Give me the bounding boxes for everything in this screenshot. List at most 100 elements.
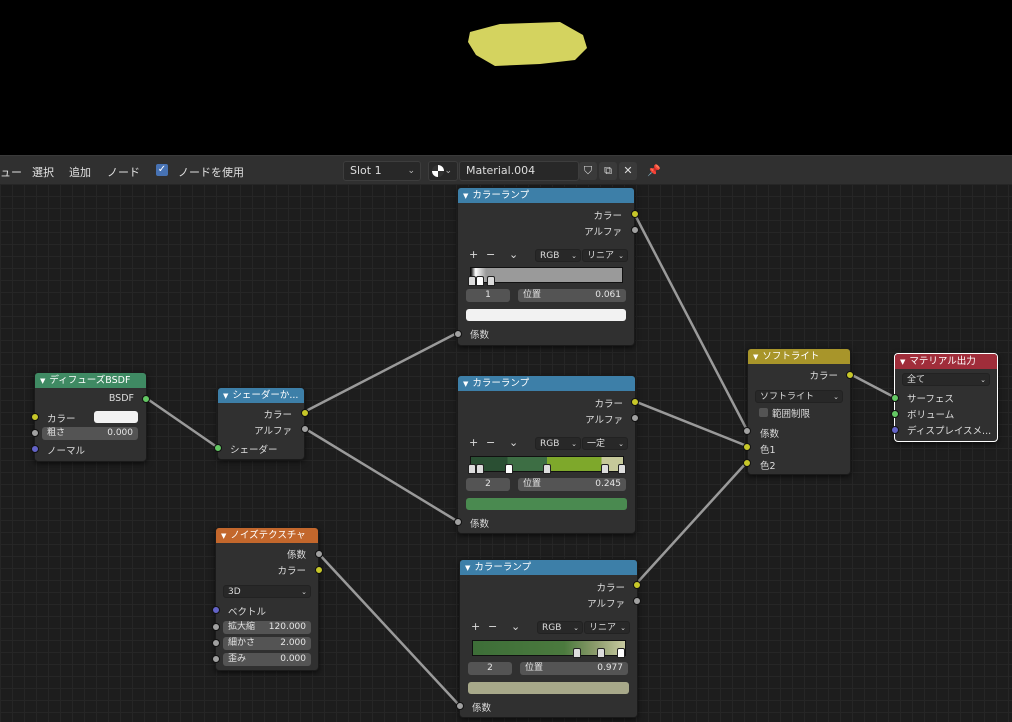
ramp-stop-active[interactable] <box>505 464 513 474</box>
position-field[interactable]: 位置 0.061 <box>518 289 626 302</box>
stop-index-field[interactable]: 2 <box>468 662 512 675</box>
socket-color2-in[interactable] <box>743 459 751 467</box>
stop-index-field[interactable]: 2 <box>466 478 510 491</box>
socket-alpha-out[interactable] <box>631 414 639 422</box>
ramp-stop[interactable] <box>468 464 476 474</box>
socket-fac-in[interactable] <box>454 518 462 526</box>
stop-color-swatch[interactable] <box>466 309 626 321</box>
node-header[interactable]: ▼ カラーランプ <box>458 376 635 391</box>
socket-alpha-out[interactable] <box>631 226 639 234</box>
chevron-down-icon[interactable]: ⌄ <box>509 436 518 449</box>
node-soft-light-mix[interactable]: ▼ ソフトライト カラー ソフトライト ⌄ 範囲制限 係数 色1 色2 <box>747 348 851 475</box>
ramp-stop[interactable] <box>468 276 476 286</box>
detail-field[interactable]: 細かさ 2.000 <box>223 637 311 650</box>
interpolation-select[interactable]: リニア ⌄ <box>584 621 630 634</box>
node-header[interactable]: ▼ カラーランプ <box>460 560 637 575</box>
duplicate-icon[interactable]: ⧉ <box>599 162 617 180</box>
node-shader-to-rgb[interactable]: ▼ シェーダーか... カラー アルファ シェーダー <box>217 387 305 460</box>
material-name-field[interactable]: Material.004 <box>459 161 579 181</box>
node-header[interactable]: ▼ ノイズテクスチャ <box>216 528 318 543</box>
node-diffuse-bsdf[interactable]: ▼ ディフューズBSDF BSDF カラー 粗さ 0.000 ノーマル <box>34 372 147 462</box>
node-color-ramp-2[interactable]: ▼ カラーランプ カラー アルファ + − ⌄ RGB ⌄ 一定 ⌄ 2 位置 0.24… <box>457 375 636 534</box>
socket-color-out[interactable] <box>633 581 641 589</box>
ramp-stop[interactable] <box>573 648 581 658</box>
socket-roughness-in[interactable] <box>31 429 39 437</box>
menu-add[interactable]: 追加 <box>69 164 91 180</box>
scale-field[interactable]: 拡大縮 120.000 <box>223 621 311 634</box>
menu-view[interactable]: ュー <box>0 164 22 180</box>
node-color-ramp-1[interactable]: ▼ カラーランプ カラー アルファ + − ⌄ RGB ⌄ リニア ⌄ 1 位置 0.0… <box>457 187 635 346</box>
3d-viewport[interactable] <box>0 0 1012 155</box>
node-header[interactable]: ▼ シェーダーか... <box>218 388 304 403</box>
node-material-output[interactable]: ▼ マテリアル出力 全て ⌄ サーフェス ボリューム ディスプレイスメ... <box>894 353 998 442</box>
remove-stop-icon[interactable]: − <box>488 620 497 633</box>
target-select[interactable]: 全て ⌄ <box>902 373 990 386</box>
node-header[interactable]: ▼ ソフトライト <box>748 349 850 364</box>
socket-normal-in[interactable] <box>31 445 39 453</box>
socket-shader-in[interactable] <box>214 444 222 452</box>
add-stop-icon[interactable]: + <box>471 620 480 633</box>
socket-displacement-in[interactable] <box>891 426 899 434</box>
socket-color-out[interactable] <box>846 371 854 379</box>
socket-color-out[interactable] <box>631 398 639 406</box>
node-noise-texture[interactable]: ▼ ノイズテクスチャ 係数 カラー 3D ⌄ ベクトル 拡大縮 120.000 細かさ… <box>215 527 319 671</box>
remove-stop-icon[interactable]: − <box>486 436 495 449</box>
socket-color-in[interactable] <box>31 413 39 421</box>
position-field[interactable]: 位置 0.245 <box>518 478 626 491</box>
socket-color-out[interactable] <box>631 210 639 218</box>
color-mode-select[interactable]: RGB ⌄ <box>535 249 581 262</box>
socket-detail-in[interactable] <box>212 639 220 647</box>
pin-icon[interactable]: 📌 <box>645 162 663 180</box>
distortion-field[interactable]: 歪み 0.000 <box>223 653 311 666</box>
ramp-stop[interactable] <box>487 276 495 286</box>
socket-fac-in[interactable] <box>454 330 462 338</box>
socket-fac-in[interactable] <box>743 427 751 435</box>
slot-dropdown[interactable]: Slot 1 ⌄ <box>343 161 421 181</box>
ramp-stop[interactable] <box>597 648 605 658</box>
socket-color-out[interactable] <box>315 566 323 574</box>
stop-color-swatch[interactable] <box>468 682 629 694</box>
ramp-stop[interactable] <box>601 464 609 474</box>
menu-select[interactable]: 選択 <box>32 164 54 180</box>
chevron-down-icon[interactable]: ⌄ <box>511 620 520 633</box>
fake-user-shield-icon[interactable]: ⛉ <box>579 162 597 180</box>
roughness-field[interactable]: 粗さ 0.000 <box>42 427 138 440</box>
color-mode-select[interactable]: RGB ⌄ <box>537 621 583 634</box>
remove-stop-icon[interactable]: − <box>486 248 495 261</box>
node-header[interactable]: ▼ ディフューズBSDF <box>35 373 146 388</box>
color-mode-select[interactable]: RGB ⌄ <box>535 437 581 450</box>
socket-color-out[interactable] <box>301 409 309 417</box>
socket-fac-in[interactable] <box>456 702 464 710</box>
socket-bsdf-out[interactable] <box>142 395 150 403</box>
use-nodes-checkbox[interactable]: ✓ <box>156 164 168 176</box>
add-stop-icon[interactable]: + <box>469 436 478 449</box>
stop-index-field[interactable]: 1 <box>466 289 510 302</box>
node-header[interactable]: ▼ カラーランプ <box>458 188 634 203</box>
socket-scale-in[interactable] <box>212 623 220 631</box>
ramp-stop-active[interactable] <box>617 648 625 658</box>
socket-volume-in[interactable] <box>891 410 899 418</box>
add-stop-icon[interactable]: + <box>469 248 478 261</box>
material-browse-button[interactable]: ⌄ <box>428 161 458 181</box>
ramp-stop[interactable] <box>476 464 484 474</box>
ramp-stop[interactable] <box>618 464 626 474</box>
socket-alpha-out[interactable] <box>633 597 641 605</box>
node-color-ramp-3[interactable]: ▼ カラーランプ カラー アルファ + − ⌄ RGB ⌄ リニア ⌄ 2 位置 0.9… <box>459 559 638 718</box>
menu-node[interactable]: ノード <box>107 164 140 180</box>
socket-alpha-out[interactable] <box>301 425 309 433</box>
socket-color1-in[interactable] <box>743 443 751 451</box>
clamp-checkbox[interactable] <box>759 408 768 417</box>
node-header[interactable]: ▼ マテリアル出力 <box>895 354 997 369</box>
socket-surface-in[interactable] <box>891 394 899 402</box>
blend-mode-select[interactable]: ソフトライト ⌄ <box>755 390 843 403</box>
stop-color-swatch[interactable] <box>466 498 627 510</box>
interpolation-select[interactable]: 一定 ⌄ <box>582 437 628 450</box>
close-icon[interactable]: ✕ <box>619 162 637 180</box>
position-field[interactable]: 位置 0.977 <box>520 662 628 675</box>
ramp-stop[interactable] <box>543 464 551 474</box>
interpolation-select[interactable]: リニア ⌄ <box>582 249 628 262</box>
socket-fac-out[interactable] <box>315 550 323 558</box>
dimensions-select[interactable]: 3D ⌄ <box>223 585 311 598</box>
socket-vector-in[interactable] <box>212 606 220 614</box>
ramp-stop-active[interactable] <box>476 276 484 286</box>
